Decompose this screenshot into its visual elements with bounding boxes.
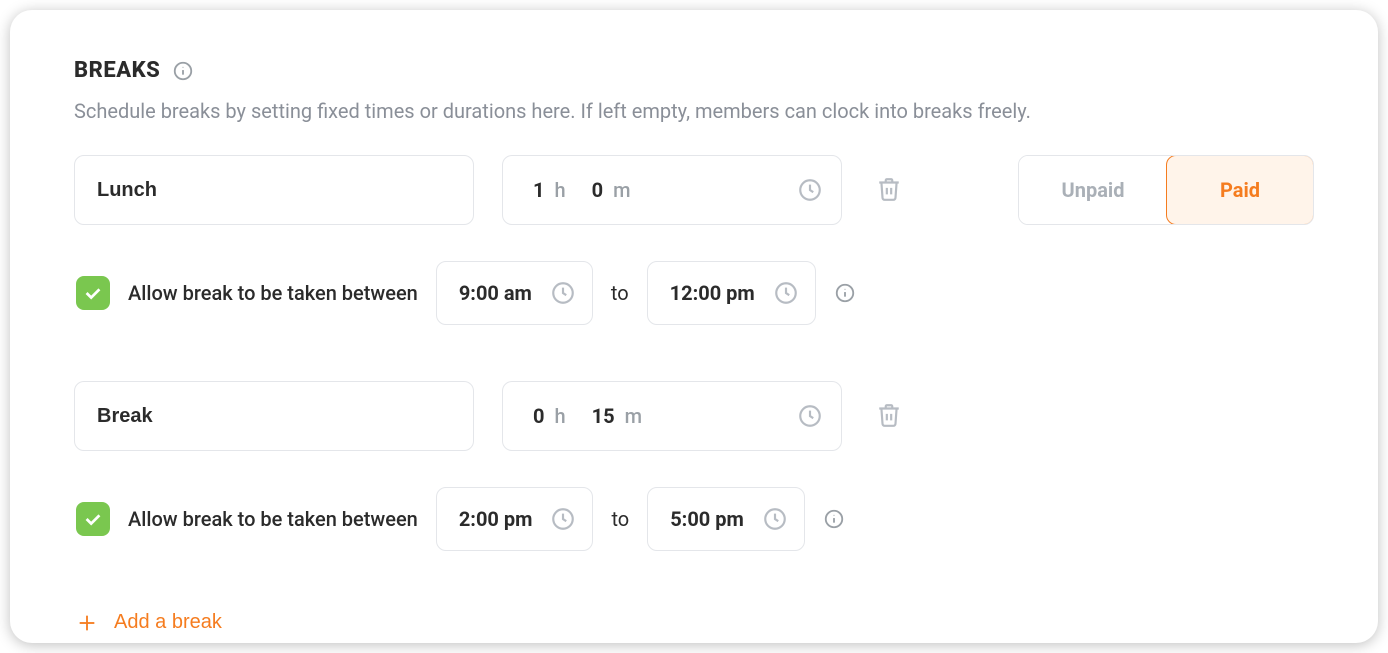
clock-icon: [762, 506, 788, 532]
break-name-input[interactable]: [74, 155, 474, 225]
clock-icon: [797, 177, 823, 203]
clock-icon: [550, 506, 576, 532]
info-icon[interactable]: [823, 508, 845, 530]
section-title: BREAKS: [74, 58, 160, 83]
break-name-input[interactable]: [74, 381, 474, 451]
section-header: BREAKS: [74, 58, 1314, 83]
clock-icon: [550, 280, 576, 306]
allow-between-checkbox[interactable]: [76, 276, 110, 310]
allow-between-checkbox[interactable]: [76, 502, 110, 536]
trash-icon: [876, 402, 902, 428]
breaks-card: BREAKS Schedule breaks by setting fixed …: [10, 10, 1378, 643]
hours-unit: h: [554, 178, 565, 202]
duration-minutes: 0: [592, 178, 603, 202]
duration-hours: 1: [533, 178, 544, 202]
unpaid-option[interactable]: Unpaid: [1019, 156, 1167, 224]
plus-icon: [76, 612, 98, 634]
to-label: to: [611, 281, 629, 305]
add-break-button[interactable]: Add a break: [74, 607, 224, 638]
allow-between-row: Allow break to be taken between 9:00 am …: [74, 261, 1314, 325]
duration-minutes: 15: [592, 404, 615, 428]
end-time-value: 5:00 pm: [670, 507, 744, 531]
duration-values: 1 h 0 m: [533, 178, 631, 202]
to-label: to: [611, 507, 629, 531]
pay-toggle: Unpaid Paid: [1018, 155, 1314, 225]
clock-icon: [773, 280, 799, 306]
duration-hours: 0: [533, 404, 544, 428]
start-time-input[interactable]: 2:00 pm: [436, 487, 594, 551]
allow-between-label: Allow break to be taken between: [128, 507, 418, 531]
info-icon[interactable]: [172, 60, 194, 82]
delete-break-button[interactable]: [870, 396, 908, 437]
end-time-input[interactable]: 5:00 pm: [647, 487, 805, 551]
duration-input[interactable]: 0 h 15 m: [502, 381, 842, 451]
info-icon[interactable]: [834, 282, 856, 304]
break-row: 1 h 0 m Unpaid Paid: [74, 155, 1314, 225]
duration-input[interactable]: 1 h 0 m: [502, 155, 842, 225]
trash-icon: [876, 176, 902, 202]
allow-between-row: Allow break to be taken between 2:00 pm …: [74, 487, 1314, 551]
start-time-value: 2:00 pm: [459, 507, 533, 531]
end-time-value: 12:00 pm: [670, 281, 755, 305]
add-break-label: Add a break: [114, 611, 222, 634]
start-time-input[interactable]: 9:00 am: [436, 261, 593, 325]
break-row: 0 h 15 m: [74, 381, 1314, 451]
start-time-value: 9:00 am: [459, 281, 532, 305]
minutes-unit: m: [625, 404, 642, 428]
paid-option[interactable]: Paid: [1166, 155, 1314, 225]
delete-break-button[interactable]: [870, 170, 908, 211]
minutes-unit: m: [613, 178, 630, 202]
clock-icon: [797, 403, 823, 429]
end-time-input[interactable]: 12:00 pm: [647, 261, 816, 325]
hours-unit: h: [554, 404, 565, 428]
allow-between-label: Allow break to be taken between: [128, 281, 418, 305]
duration-values: 0 h 15 m: [533, 404, 642, 428]
section-description: Schedule breaks by setting fixed times o…: [74, 97, 1314, 125]
